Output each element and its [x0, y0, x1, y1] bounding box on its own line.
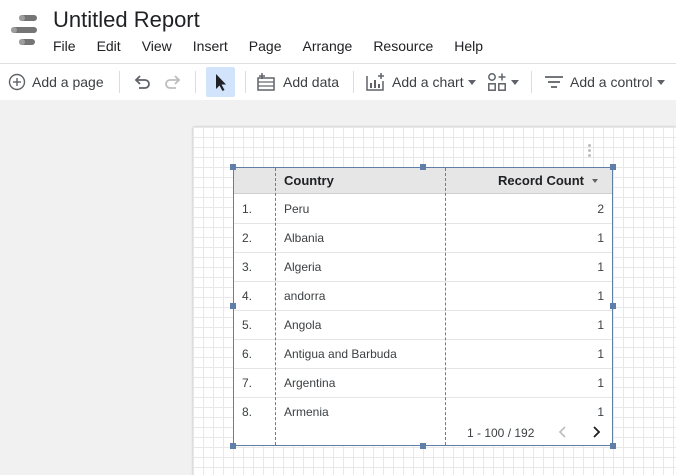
resize-handle-top-right[interactable] [610, 164, 616, 170]
cell-country: Angola [284, 318, 322, 332]
column-header-label: Record Count [498, 173, 584, 188]
cell-record-count: 1 [597, 318, 604, 332]
undo-button[interactable] [132, 64, 152, 100]
column-header-country[interactable]: Country [284, 173, 334, 188]
menu-arrange[interactable]: Arrange [303, 38, 353, 56]
report-title[interactable]: Untitled Report [53, 7, 200, 33]
add-data-button[interactable]: Add data [256, 64, 339, 100]
column-guide[interactable] [275, 168, 276, 445]
toolbar-divider [119, 71, 120, 93]
row-index: 5. [242, 318, 253, 332]
resize-handle-right[interactable] [610, 303, 616, 309]
add-page-button[interactable]: Add a page [8, 64, 104, 100]
pagination-label: 1 - 100 / 192 [467, 426, 535, 440]
row-index: 1. [242, 202, 253, 216]
row-index: 6. [242, 347, 253, 361]
cell-record-count: 2 [597, 202, 604, 216]
previous-page-button[interactable] [556, 423, 570, 441]
menu-view[interactable]: View [142, 38, 172, 56]
report-canvas[interactable]: Country Record Count 1. Peru 2 2. Albani… [0, 100, 676, 475]
toolbar-divider [245, 71, 246, 93]
filter-lines-icon [545, 76, 563, 88]
resize-handle-bottom-left[interactable] [230, 443, 236, 449]
add-control-button[interactable]: Add a control [543, 64, 665, 100]
cell-country: Armenia [284, 405, 329, 419]
menu-page[interactable]: Page [249, 38, 282, 56]
table-row[interactable]: 1. Peru 2 [234, 194, 612, 224]
components-icon [488, 73, 506, 91]
resize-handle-bottom[interactable] [420, 443, 426, 449]
add-component-button[interactable] [487, 64, 519, 100]
table-row[interactable]: 6. Antigua and Barbuda 1 [234, 339, 612, 369]
add-chart-icon [366, 73, 384, 91]
cell-record-count: 1 [597, 231, 604, 245]
next-page-button[interactable] [589, 423, 603, 441]
cell-record-count: 1 [597, 405, 604, 419]
chevron-down-icon [511, 79, 519, 85]
cell-record-count: 1 [597, 347, 604, 361]
app-header: Untitled Report File Edit View Insert Pa… [0, 0, 676, 63]
table-chart[interactable]: Country Record Count 1. Peru 2 2. Albani… [233, 167, 613, 446]
add-data-icon [257, 73, 275, 91]
chevron-right-icon [593, 426, 601, 438]
table-row[interactable]: 2. Albania 1 [234, 223, 612, 253]
resize-handle-left[interactable] [230, 303, 236, 309]
select-tool-button[interactable] [206, 67, 235, 97]
add-chart-button[interactable]: Add a chart [365, 64, 476, 100]
resize-handle-top[interactable] [420, 164, 426, 170]
menu-help[interactable]: Help [454, 38, 483, 56]
cell-country: Peru [284, 202, 310, 216]
sort-desc-icon [592, 178, 598, 183]
table-row[interactable]: 7. Argentina 1 [234, 368, 612, 398]
menu-resource[interactable]: Resource [373, 38, 433, 56]
toolbar-divider [353, 71, 354, 93]
cell-country: Algeria [284, 260, 322, 274]
data-studio-logo-icon[interactable] [9, 13, 41, 49]
chevron-down-icon [656, 79, 665, 85]
toolbar-divider [531, 71, 532, 93]
add-data-label: Add data [283, 74, 340, 90]
chevron-down-icon [467, 79, 476, 85]
table-row[interactable]: 4. andorra 1 [234, 281, 612, 311]
row-index: 3. [242, 260, 253, 274]
add-circle-icon [8, 73, 26, 91]
table-header: Country Record Count [234, 168, 612, 194]
cell-country: Albania [284, 231, 325, 245]
menu-insert[interactable]: Insert [193, 38, 228, 56]
cell-country: andorra [284, 289, 326, 303]
menu-bar: File Edit View Insert Page Arrange Resou… [53, 38, 504, 56]
table-row[interactable]: 8. Armenia 1 [234, 397, 612, 426]
resize-handle-top-left[interactable] [230, 164, 236, 170]
cursor-arrow-icon [216, 74, 226, 91]
toolbar: Add a page Add data Add a chart Add a co… [0, 63, 676, 101]
column-header-record-count[interactable]: Record Count [498, 173, 598, 188]
cell-record-count: 1 [597, 376, 604, 390]
add-page-label: Add a page [32, 74, 104, 90]
cell-record-count: 1 [597, 260, 604, 274]
more-vert-icon[interactable] [588, 144, 592, 158]
cell-country: Antigua and Barbuda [284, 347, 397, 361]
row-index: 4. [242, 289, 253, 303]
row-index: 8. [242, 405, 253, 419]
cell-country: Argentina [284, 376, 336, 390]
row-index: 7. [242, 376, 253, 390]
row-index: 2. [242, 231, 253, 245]
menu-file[interactable]: File [53, 38, 76, 56]
add-chart-label: Add a chart [392, 74, 464, 90]
report-page[interactable]: Country Record Count 1. Peru 2 2. Albani… [193, 127, 676, 475]
redo-button[interactable] [163, 64, 183, 100]
redo-icon [165, 75, 181, 89]
cell-record-count: 1 [597, 289, 604, 303]
table-row[interactable]: 3. Algeria 1 [234, 252, 612, 282]
toolbar-divider [195, 71, 196, 93]
undo-icon [134, 75, 150, 89]
resize-handle-bottom-right[interactable] [610, 443, 616, 449]
add-control-label: Add a control [570, 74, 653, 90]
table-row[interactable]: 5. Angola 1 [234, 310, 612, 340]
menu-edit[interactable]: Edit [97, 38, 121, 56]
chevron-left-icon [558, 426, 566, 438]
column-guide[interactable] [445, 168, 446, 445]
